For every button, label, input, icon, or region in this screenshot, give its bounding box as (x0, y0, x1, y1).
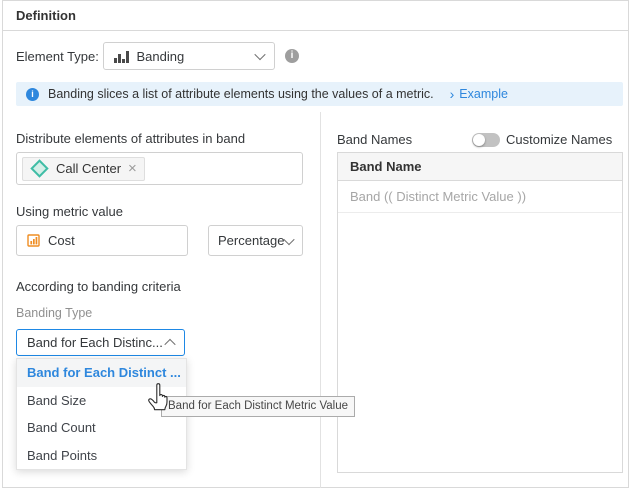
page-title: Definition (16, 8, 76, 23)
value-type-value: Percentage (218, 233, 285, 248)
menu-item-band-count[interactable]: Band Count (17, 414, 186, 442)
attributes-input[interactable]: Call Center × (16, 152, 303, 185)
element-type-select[interactable]: Banding (103, 42, 275, 70)
banding-definition-panel: Definition Element Type: Banding i i Ban… (0, 0, 639, 492)
chevron-down-icon (283, 233, 294, 244)
band-name-row: Band (( Distinct Metric Value )) (338, 181, 622, 213)
band-name-column-header: Band Name (338, 153, 622, 181)
info-banner: i Banding slices a list of attribute ele… (16, 82, 623, 106)
banding-type-select[interactable]: Band for Each Distinc... (16, 329, 185, 356)
cursor-pointer-icon (146, 383, 170, 411)
attributes-label: Distribute elements of attributes in ban… (16, 131, 245, 146)
attribute-diamond-icon (30, 159, 48, 177)
band-names-table: Band Name Band (( Distinct Metric Value … (337, 152, 623, 473)
chevron-up-icon (164, 338, 175, 349)
info-icon[interactable]: i (285, 49, 299, 63)
column-divider (320, 112, 321, 488)
example-link[interactable]: › Example (450, 87, 508, 101)
banding-type-label: Banding Type (16, 306, 92, 320)
banding-type-value: Band for Each Distinc... (27, 335, 163, 350)
element-type-label: Element Type: (16, 49, 99, 64)
chevron-right-icon: › (450, 88, 455, 100)
chip-remove-icon[interactable]: × (128, 161, 137, 176)
menu-item-band-points[interactable]: Band Points (17, 442, 186, 470)
customize-names-label: Customize Names (506, 132, 612, 147)
banner-info-icon: i (26, 88, 39, 101)
attribute-chip-label: Call Center (56, 161, 121, 176)
bar-chart-icon (114, 50, 129, 63)
value-type-select[interactable]: Percentage (208, 225, 303, 256)
option-tooltip: Band for Each Distinct Metric Value (161, 396, 355, 417)
toggle-knob (473, 134, 485, 146)
chevron-down-icon (254, 49, 265, 60)
example-link-label: Example (459, 87, 508, 101)
band-names-label: Band Names (337, 132, 412, 147)
criteria-label: According to banding criteria (16, 279, 181, 294)
header-divider (3, 30, 629, 31)
metric-field[interactable]: Cost (16, 225, 188, 256)
attribute-chip[interactable]: Call Center × (22, 157, 145, 181)
customize-names-toggle[interactable] (472, 133, 500, 147)
element-type-value: Banding (137, 49, 257, 64)
metric-name: Cost (48, 233, 75, 248)
banner-text: Banding slices a list of attribute eleme… (48, 87, 434, 101)
metric-icon (27, 234, 40, 247)
metric-label: Using metric value (16, 204, 123, 219)
